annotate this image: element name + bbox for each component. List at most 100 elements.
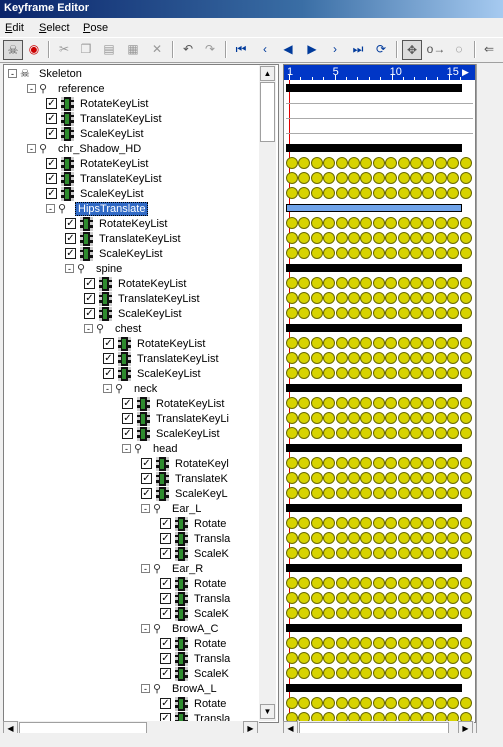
keyframe-dot[interactable] bbox=[360, 667, 373, 679]
keyframe-dot[interactable] bbox=[348, 487, 360, 499]
keyframe-dot[interactable] bbox=[335, 232, 348, 244]
keyframe-dot[interactable] bbox=[459, 547, 472, 559]
timeline-track[interactable] bbox=[284, 471, 475, 486]
keyframe-dot[interactable] bbox=[385, 457, 398, 469]
keyframe-dot[interactable] bbox=[360, 577, 373, 589]
tree-key-list-row[interactable]: ✓ TranslateKeyList bbox=[46, 111, 164, 126]
key-list-checkbox[interactable]: ✓ bbox=[160, 608, 171, 619]
timeline-track[interactable] bbox=[284, 261, 475, 276]
keyframe-dot[interactable] bbox=[310, 307, 323, 319]
keyframe-dot[interactable] bbox=[372, 337, 385, 349]
bone-range-bar[interactable] bbox=[286, 564, 462, 572]
keyframe-dot[interactable] bbox=[459, 217, 472, 229]
timeline-track[interactable] bbox=[284, 516, 475, 531]
expand-collapse-icon[interactable]: - bbox=[27, 84, 36, 94]
keyframe-dot[interactable] bbox=[360, 217, 373, 229]
tree-key-list-row[interactable]: ✓ RotateKeyl bbox=[141, 456, 231, 471]
keyframe-dot[interactable] bbox=[459, 637, 472, 649]
keyframe-dot[interactable] bbox=[422, 397, 435, 409]
delete-icon[interactable]: ✕ bbox=[148, 40, 166, 58]
timeline-track[interactable] bbox=[284, 141, 475, 156]
keyframe-dot[interactable] bbox=[335, 172, 348, 184]
keyframe-dot[interactable] bbox=[310, 397, 323, 409]
keyframe-dot[interactable] bbox=[298, 577, 311, 589]
timeline-track[interactable] bbox=[284, 291, 475, 306]
timeline-track[interactable] bbox=[284, 456, 475, 471]
keyframe-dot[interactable] bbox=[360, 232, 373, 244]
paste-special-icon[interactable]: ▦ bbox=[124, 40, 142, 58]
keyframe-dot[interactable] bbox=[397, 547, 410, 559]
keyframe-dot[interactable] bbox=[397, 397, 410, 409]
keyframe-dot[interactable] bbox=[348, 337, 360, 349]
keyframe-dot[interactable] bbox=[348, 472, 360, 484]
keyframe-dot[interactable] bbox=[434, 592, 447, 604]
key-list-checkbox[interactable]: ✓ bbox=[160, 578, 171, 589]
keyframe-dot[interactable] bbox=[286, 187, 298, 199]
keyframe-dot[interactable] bbox=[410, 637, 422, 649]
keyframe-dot[interactable] bbox=[323, 697, 336, 709]
keyframe-dot[interactable] bbox=[286, 472, 298, 484]
keyframe-dot[interactable] bbox=[372, 232, 385, 244]
bone-label[interactable]: Ear_R bbox=[170, 563, 205, 575]
keyframe-dot[interactable] bbox=[372, 217, 385, 229]
key-list-label[interactable]: TranslateKeyList bbox=[116, 293, 202, 305]
tree-key-list-row[interactable]: ✓ ScaleK bbox=[160, 546, 231, 561]
keyframe-dot[interactable] bbox=[310, 532, 323, 544]
key-list-checkbox[interactable]: ✓ bbox=[160, 548, 171, 559]
keyframe-dot[interactable] bbox=[335, 592, 348, 604]
loop-icon[interactable]: ⟳ bbox=[372, 40, 390, 58]
keyframe-dot[interactable] bbox=[348, 187, 360, 199]
keyframe-dot[interactable] bbox=[397, 292, 410, 304]
key-list-label[interactable]: RotateKeyList bbox=[135, 338, 207, 350]
keyframe-dot[interactable] bbox=[459, 652, 472, 664]
keyframe-dot[interactable] bbox=[372, 607, 385, 619]
keyframe-dot[interactable] bbox=[286, 172, 298, 184]
keyframe-dot[interactable] bbox=[410, 457, 422, 469]
keyframe-dot[interactable] bbox=[323, 232, 336, 244]
keyframe-dot[interactable] bbox=[323, 652, 336, 664]
keyframe-dot[interactable] bbox=[459, 157, 472, 169]
tree-key-list-row[interactable]: ✓ Rotate bbox=[160, 636, 228, 651]
timeline-track[interactable] bbox=[284, 411, 475, 426]
keyframe-dot[interactable] bbox=[310, 172, 323, 184]
keyframe-dot[interactable] bbox=[310, 352, 323, 364]
key-list-label[interactable]: ScaleKeyList bbox=[135, 368, 203, 380]
keyframe-dot[interactable] bbox=[360, 697, 373, 709]
keyframe-dot[interactable] bbox=[397, 487, 410, 499]
key-list-checkbox[interactable]: ✓ bbox=[160, 593, 171, 604]
keyframe-dot[interactable] bbox=[459, 187, 472, 199]
key-list-label[interactable]: TranslateKeyList bbox=[78, 113, 164, 125]
keyframe-dot[interactable] bbox=[310, 457, 323, 469]
keyframe-dot[interactable] bbox=[323, 157, 336, 169]
keyframe-dot[interactable] bbox=[286, 292, 298, 304]
keyframe-dot[interactable] bbox=[335, 427, 348, 439]
key-list-label[interactable]: Rotate bbox=[192, 698, 228, 710]
keyframe-dot[interactable] bbox=[360, 532, 373, 544]
keyframe-dot[interactable] bbox=[348, 592, 360, 604]
tree-key-list-row[interactable]: ✓ Rotate bbox=[160, 576, 228, 591]
keyframe-dot[interactable] bbox=[360, 412, 373, 424]
tree-vertical-scrollbar[interactable]: ▲ ▼ bbox=[259, 65, 276, 721]
keyframe-dot[interactable] bbox=[422, 232, 435, 244]
keyframe-dot[interactable] bbox=[397, 172, 410, 184]
tree-key-list-row[interactable]: ✓ TranslateK bbox=[141, 471, 230, 486]
key-list-checkbox[interactable]: ✓ bbox=[160, 638, 171, 649]
keyframe-dot[interactable] bbox=[422, 367, 435, 379]
keyframe-dot[interactable] bbox=[459, 337, 472, 349]
keyframe-dot[interactable] bbox=[410, 607, 422, 619]
keyframe-dot[interactable] bbox=[422, 352, 435, 364]
keyframe-dot[interactable] bbox=[335, 157, 348, 169]
keyframe-dot[interactable] bbox=[335, 667, 348, 679]
keyframe-dot[interactable] bbox=[447, 232, 460, 244]
tree-key-list-row[interactable]: ✓ ScaleKeyList bbox=[65, 246, 165, 261]
keyframe-dot[interactable] bbox=[298, 667, 311, 679]
keyframe-dot[interactable] bbox=[385, 472, 398, 484]
keyframe-dot[interactable] bbox=[447, 607, 460, 619]
keyframe-dot[interactable] bbox=[323, 607, 336, 619]
keyframe-dot[interactable] bbox=[335, 277, 348, 289]
timeline-track[interactable] bbox=[284, 231, 475, 246]
keyframe-dot[interactable] bbox=[286, 217, 298, 229]
keyframe-dot[interactable] bbox=[447, 352, 460, 364]
keyframe-dot[interactable] bbox=[422, 517, 435, 529]
keyframe-dot[interactable] bbox=[323, 247, 336, 259]
